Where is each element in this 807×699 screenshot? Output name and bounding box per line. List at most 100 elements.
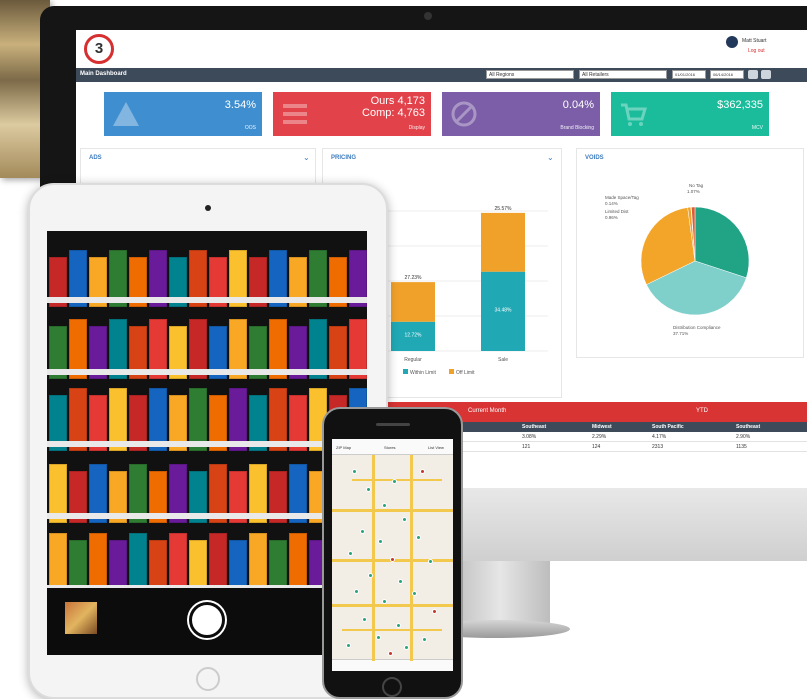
column-header: Southeast <box>522 424 547 430</box>
store-pin-icon[interactable] <box>392 479 397 484</box>
map-road <box>332 509 453 512</box>
legend-label: Off Limit <box>456 370 475 376</box>
table-cell: 2.29% <box>592 434 607 440</box>
cart-icon <box>621 103 647 126</box>
store-pin-icon[interactable] <box>348 551 353 556</box>
data-label: 12.72% <box>405 332 423 338</box>
dashboard-header: 3 Matt Stuart Log out <box>76 30 807 68</box>
store-pin-icon[interactable] <box>382 503 387 508</box>
kpi-label: Brand Blocking <box>560 125 594 131</box>
store-pin-icon[interactable] <box>390 557 395 562</box>
speaker-icon <box>376 423 410 426</box>
store-pin-icon[interactable] <box>396 623 401 628</box>
map-nav-bar: ZIP Map Stores List View <box>332 439 453 455</box>
photo-thumbnail[interactable] <box>65 602 97 634</box>
table-cell: 1135 <box>736 444 747 450</box>
chevron-down-icon[interactable]: ⌄ <box>303 153 310 162</box>
date-from-input[interactable]: 01/01/2016 <box>672 70 706 79</box>
home-button[interactable] <box>382 677 402 697</box>
voids-panel: VOIDS No Tag 1.07% Made Space/Tag 0.14% Limi… <box>576 148 804 358</box>
store-pin-icon[interactable] <box>366 487 371 492</box>
chevron-down-icon[interactable]: ⌄ <box>547 153 554 162</box>
pie-label: Distribution Compliance <box>673 325 721 330</box>
store-pin-icon[interactable] <box>428 559 433 564</box>
data-label: 25.57% <box>495 206 513 212</box>
shelf-row <box>47 375 367 457</box>
retailer-select[interactable]: All Retailers <box>579 70 667 79</box>
store-pin-icon[interactable] <box>416 535 421 540</box>
store-pin-icon[interactable] <box>346 643 351 648</box>
store-pin-icon[interactable] <box>368 573 373 578</box>
store-pin-icon[interactable] <box>432 609 437 614</box>
logout-link[interactable]: Log out <box>748 48 765 54</box>
category-label: Regular <box>404 357 422 363</box>
monitor-stand <box>450 561 550 623</box>
region-select[interactable]: All Regions <box>486 70 574 79</box>
page-title: Main Dashboard <box>80 71 127 77</box>
store-pin-icon[interactable] <box>354 589 359 594</box>
camera-viewfinder <box>47 231 367 655</box>
map-tab-bar <box>332 659 453 671</box>
pie-label: 1.07% <box>687 189 700 194</box>
user-name[interactable]: Matt Stuart <box>742 38 766 44</box>
store-pin-icon[interactable] <box>420 469 425 474</box>
date-to-input[interactable]: 06/14/2016 <box>710 70 744 79</box>
camera-icon <box>424 12 432 20</box>
store-pin-icon[interactable] <box>404 645 409 650</box>
store-pin-icon[interactable] <box>362 617 367 622</box>
map-title: Stores <box>384 445 396 450</box>
pie-label: 0.96% <box>605 215 618 220</box>
legend-label: Within Limit <box>410 370 436 376</box>
data-label: 27.23% <box>405 275 423 281</box>
map-road <box>332 604 453 607</box>
store-pin-icon[interactable] <box>352 469 357 474</box>
store-map[interactable]: ZIP Map Stores List View <box>332 439 453 671</box>
home-button[interactable] <box>196 667 220 691</box>
store-pin-icon[interactable] <box>412 591 417 596</box>
data-label: 34.48% <box>495 307 513 313</box>
kpi-value: 0.04% <box>562 99 594 111</box>
pie-label: No Tag <box>689 183 704 188</box>
store-pin-icon[interactable] <box>398 579 403 584</box>
legend-swatch <box>403 369 408 374</box>
brand-logo[interactable]: 3 <box>84 34 114 64</box>
store-pin-icon[interactable] <box>360 529 365 534</box>
table-cell: 2313 <box>652 444 664 450</box>
store-pin-icon[interactable] <box>376 635 381 640</box>
kpi-display[interactable]: Ours 4,173 Comp: 4,763 Display <box>273 92 431 136</box>
kpi-value: 3.54% <box>224 99 256 111</box>
pie-label: 0.14% <box>605 201 618 206</box>
shelf-edge <box>47 297 367 303</box>
shutter-button[interactable] <box>189 602 225 638</box>
panel-title: ADS <box>89 155 102 161</box>
store-pin-icon[interactable] <box>388 651 393 656</box>
category-label: Sale <box>498 357 508 363</box>
table-cell: 121 <box>522 444 531 450</box>
column-header: Southeast <box>736 424 761 430</box>
zip-map-button[interactable]: ZIP Map <box>336 445 351 450</box>
table-cell: 4.17% <box>652 434 667 440</box>
shelf-row <box>47 231 367 313</box>
kpi-mcv[interactable]: $362,335 MCV <box>611 92 769 136</box>
store-pin-icon[interactable] <box>422 637 427 642</box>
list-view-button[interactable]: List View <box>428 445 444 450</box>
map-road <box>342 629 442 631</box>
shelf-row <box>47 447 367 529</box>
grid-icon[interactable] <box>748 70 758 79</box>
ytd-label: YTD <box>696 408 708 414</box>
store-pin-icon[interactable] <box>382 599 387 604</box>
avatar[interactable] <box>726 36 738 48</box>
kpi-oos[interactable]: 3.54% OOS <box>104 92 262 136</box>
legend-swatch <box>449 369 454 374</box>
map-road <box>352 479 442 481</box>
pie-label: 37.71% <box>673 331 688 336</box>
stage: 3 Matt Stuart Log out Main Dashboard All… <box>0 0 807 699</box>
store-pin-icon[interactable] <box>378 539 383 544</box>
table-cell: 124 <box>592 444 601 450</box>
kpi-brand-blocking[interactable]: 0.04% Brand Blocking <box>442 92 600 136</box>
store-pin-icon[interactable] <box>402 517 407 522</box>
current-month-label: Current Month <box>468 408 507 414</box>
kpi-value: Ours 4,173 <box>370 95 425 107</box>
export-icon[interactable] <box>761 70 771 79</box>
column-header: Midwest <box>592 424 612 430</box>
